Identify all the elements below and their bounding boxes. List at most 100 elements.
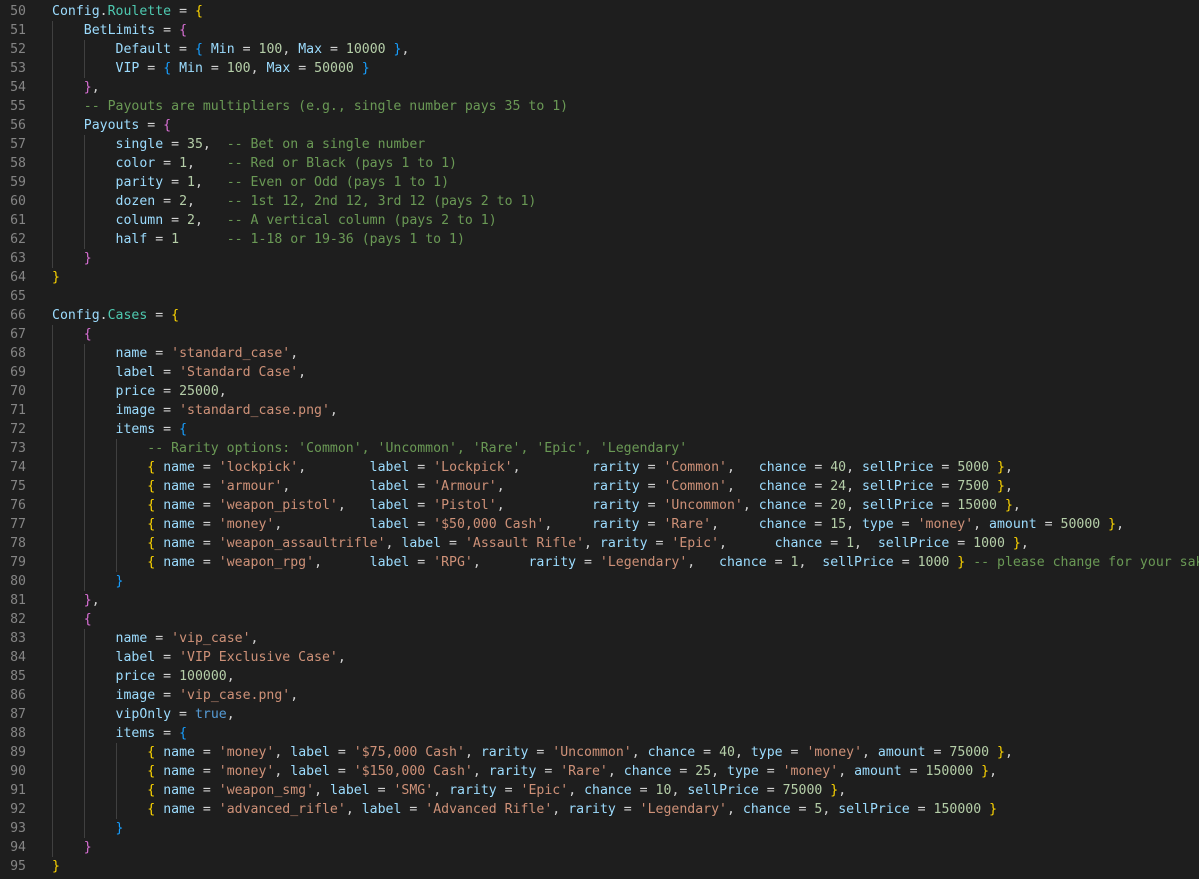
token-punctuation [52, 555, 147, 570]
line-content[interactable]: -- Payouts are multipliers (e.g., single… [52, 97, 568, 116]
token-punctuation: = [639, 517, 664, 532]
token-punctuation: , [433, 783, 450, 798]
token-identifier: half [115, 232, 148, 247]
line-number: 95 [10, 859, 26, 874]
token-punctuation: = [234, 42, 259, 57]
token-punctuation: = [933, 498, 958, 513]
line-content[interactable]: { name = 'armour', label = 'Armour', rar… [52, 477, 1013, 496]
token-punctuation: , [727, 802, 743, 817]
line-content[interactable]: items = { [52, 420, 187, 439]
line-content[interactable]: { name = 'money', label = '$75,000 Cash'… [52, 743, 1013, 762]
line-number: 77 [10, 517, 26, 532]
token-bracket: { [83, 327, 92, 342]
line-content[interactable]: { name = 'lockpick', label = 'Lockpick',… [52, 458, 1013, 477]
line-content[interactable]: { name = 'weapon_pistol', label = 'Pisto… [52, 496, 1021, 515]
token-punctuation: = [806, 517, 831, 532]
token-punctuation: , [282, 42, 299, 57]
line-number: 71 [10, 403, 26, 418]
token-punctuation: = [155, 365, 180, 380]
line-content[interactable]: Config.Cases = { [52, 306, 179, 325]
token-punctuation: = [147, 631, 172, 646]
token-comment: -- please change for your sake [973, 555, 1199, 570]
token-comment: -- Bet on a single number [226, 137, 426, 152]
line-content[interactable]: } [52, 819, 124, 838]
line-content[interactable]: }, [52, 591, 100, 610]
line-content[interactable]: label = 'VIP Exclusive Case', [52, 648, 346, 667]
line-content[interactable]: { [52, 325, 92, 344]
line-content[interactable]: VIP = { Min = 100, Max = 50000 } [52, 59, 370, 78]
token-identifier: sellPrice [862, 479, 934, 494]
code-editor[interactable]: 50 Config.Roulette = {51 BetLimits = {52 … [0, 0, 1199, 879]
token-punctuation [52, 593, 84, 608]
line-content[interactable]: BetLimits = { [52, 21, 187, 40]
token-identifier: price [115, 384, 156, 399]
line-content[interactable]: { name = 'money', label = '$150,000 Cash… [52, 762, 997, 781]
token-punctuation: , [274, 745, 291, 760]
line-content[interactable]: items = { [52, 724, 187, 743]
line-content[interactable]: dozen = 2, -- 1st 12, 2nd 12, 3rd 12 (pa… [52, 192, 537, 211]
token-punctuation: = [194, 460, 219, 475]
token-punctuation: = [194, 498, 219, 513]
line-content[interactable]: { [52, 610, 92, 629]
token-punctuation [52, 80, 84, 95]
token-identifier: chance [758, 460, 807, 475]
token-number-literal: 7500 [957, 479, 990, 494]
token-bracket: { [179, 422, 188, 437]
line-content[interactable]: { name = 'advanced_rifle', label = 'Adva… [52, 800, 997, 819]
token-bracket: } [83, 251, 92, 266]
line-content[interactable]: } [52, 838, 92, 857]
line-content[interactable]: name = 'vip_case', [52, 629, 259, 648]
line-content[interactable]: vipOnly = true, [52, 705, 235, 724]
token-punctuation: = [949, 536, 974, 551]
line-content[interactable]: price = 25000, [52, 382, 227, 401]
line-content[interactable]: Default = { Min = 100, Max = 10000 }, [52, 40, 410, 59]
line-content[interactable]: image = 'vip_case.png', [52, 686, 299, 705]
line-content[interactable]: } [52, 857, 60, 876]
line-content[interactable]: -- Rarity options: 'Common', 'Uncommon',… [52, 439, 687, 458]
token-punctuation: = [322, 42, 346, 57]
token-punctuation [52, 327, 84, 342]
token-punctuation [973, 764, 981, 779]
line-number: 60 [10, 194, 26, 209]
line-content[interactable]: single = 35, -- Bet on a single number [52, 135, 426, 154]
line-number: 63 [10, 251, 26, 266]
token-bracket: { [83, 612, 92, 627]
line-number: 72 [10, 422, 26, 437]
line-content[interactable]: } [52, 249, 92, 268]
token-comment: -- Payouts are multipliers (e.g., single… [83, 99, 569, 114]
line-content[interactable]: image = 'standard_case.png', [52, 401, 338, 420]
token-punctuation [52, 460, 147, 475]
line-content[interactable]: label = 'Standard Case', [52, 363, 307, 382]
token-string-literal: 'Common' [663, 460, 727, 475]
token-punctuation: , [298, 365, 307, 380]
token-identifier: BetLimits [83, 23, 156, 38]
token-punctuation: , [202, 137, 227, 152]
line-content[interactable]: name = 'standard_case', [52, 344, 299, 363]
line-content[interactable]: { name = 'weapon_rpg', label = 'RPG', ra… [52, 553, 1199, 572]
token-bracket: } [1012, 536, 1021, 551]
token-punctuation: , [727, 479, 759, 494]
line-content[interactable]: { name = 'weapon_smg', label = 'SMG', ra… [52, 781, 846, 800]
line-content[interactable]: { name = 'weapon_assaultrifle', label = … [52, 534, 1029, 553]
line-content[interactable]: half = 1 -- 1-18 or 19-36 (pays 1 to 1) [52, 230, 465, 249]
token-number-literal: 20 [830, 498, 847, 513]
line-content[interactable]: } [52, 572, 124, 591]
token-punctuation [52, 61, 116, 76]
token-punctuation [52, 384, 116, 399]
line-content[interactable]: column = 2, -- A vertical column (pays 2… [52, 211, 497, 230]
line-content[interactable]: price = 100000, [52, 667, 235, 686]
line-content[interactable]: color = 1, -- Red or Black (pays 1 to 1) [52, 154, 457, 173]
token-number-literal: 2 [179, 194, 188, 209]
line-content[interactable]: parity = 1, -- Even or Odd (pays 1 to 1) [52, 173, 450, 192]
line-content[interactable]: }, [52, 78, 100, 97]
token-string-literal: 'Common' [663, 479, 727, 494]
line-content[interactable]: Config.Roulette = { [52, 2, 203, 21]
token-punctuation: , [727, 460, 759, 475]
token-punctuation [52, 764, 147, 779]
line-content[interactable]: { name = 'money', label = '$50,000 Cash'… [52, 515, 1124, 534]
token-string-literal: 'Legendary' [599, 555, 688, 570]
token-punctuation: , [846, 498, 862, 513]
line-content[interactable]: Payouts = { [52, 116, 171, 135]
token-string-literal: 'Advanced Rifle' [425, 802, 553, 817]
line-content[interactable]: } [52, 268, 60, 287]
